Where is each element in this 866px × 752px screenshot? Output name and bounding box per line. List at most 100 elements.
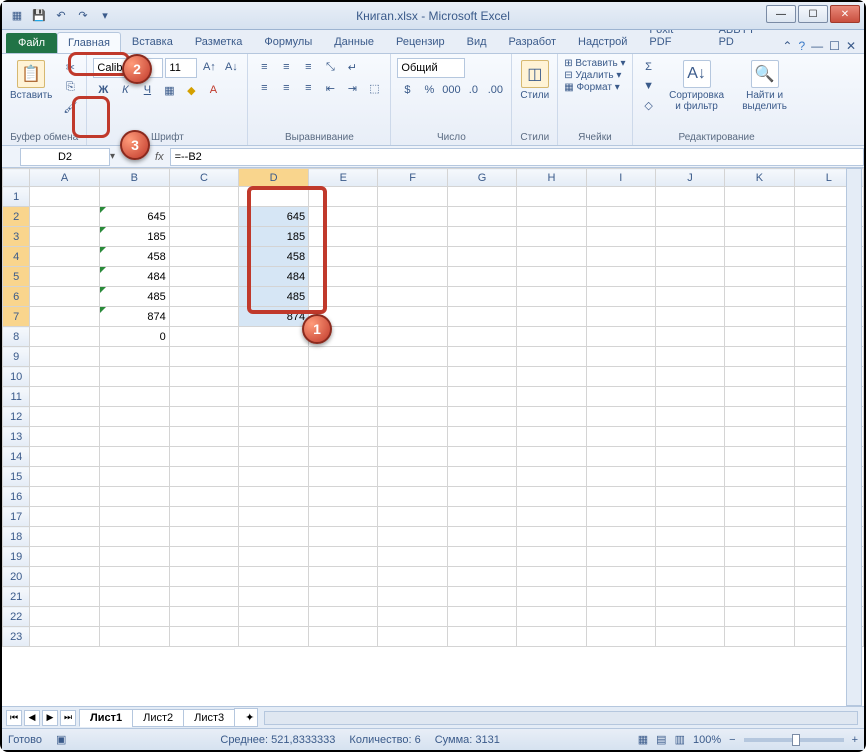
view-normal-icon[interactable]: ▦ — [638, 733, 648, 746]
cell-A12[interactable] — [30, 407, 99, 427]
horizontal-scrollbar[interactable] — [264, 711, 858, 725]
cell-J8[interactable] — [655, 327, 724, 347]
cell-A19[interactable] — [30, 547, 99, 567]
cell-G10[interactable] — [447, 367, 516, 387]
cell-C9[interactable] — [169, 347, 238, 367]
cell-C21[interactable] — [169, 587, 238, 607]
cell-B19[interactable] — [99, 547, 169, 567]
cell-J5[interactable] — [655, 267, 724, 287]
cell-D20[interactable] — [239, 567, 309, 587]
next-sheet-icon[interactable]: ▶ — [42, 710, 58, 726]
cell-I14[interactable] — [586, 447, 655, 467]
col-header-K[interactable]: K — [725, 169, 794, 187]
cell-I17[interactable] — [586, 507, 655, 527]
macro-record-icon[interactable]: ▣ — [56, 733, 66, 746]
cell-K1[interactable] — [725, 187, 794, 207]
cell-C1[interactable] — [169, 187, 238, 207]
prev-sheet-icon[interactable]: ◀ — [24, 710, 40, 726]
cell-H22[interactable] — [517, 607, 586, 627]
cell-I23[interactable] — [586, 627, 655, 647]
cell-D15[interactable] — [239, 467, 309, 487]
cell-E21[interactable] — [309, 587, 378, 607]
cell-J17[interactable] — [655, 507, 724, 527]
cell-K6[interactable] — [725, 287, 794, 307]
italic-icon[interactable]: К — [115, 81, 135, 99]
cell-A10[interactable] — [30, 367, 99, 387]
sort-filter-button[interactable]: A↓ Сортировка и фильтр — [665, 58, 729, 114]
cell-B11[interactable] — [99, 387, 169, 407]
cell-D13[interactable] — [239, 427, 309, 447]
cell-I15[interactable] — [586, 467, 655, 487]
cell-D5[interactable]: 484 — [239, 267, 309, 287]
zoom-level[interactable]: 100% — [693, 734, 721, 746]
cell-I1[interactable] — [586, 187, 655, 207]
cell-J23[interactable] — [655, 627, 724, 647]
row-header-22[interactable]: 22 — [3, 607, 30, 627]
row-header-10[interactable]: 10 — [3, 367, 30, 387]
zoom-in-icon[interactable]: + — [852, 734, 858, 746]
bold-icon[interactable]: Ж — [93, 81, 113, 99]
align-center-icon[interactable]: ≡ — [276, 79, 296, 97]
cell-J20[interactable] — [655, 567, 724, 587]
cell-E3[interactable] — [309, 227, 378, 247]
doc-max-icon[interactable]: ☐ — [829, 39, 840, 53]
cell-D21[interactable] — [239, 587, 309, 607]
cell-I21[interactable] — [586, 587, 655, 607]
fx-icon[interactable]: fx — [155, 151, 164, 163]
row-header-9[interactable]: 9 — [3, 347, 30, 367]
cell-J9[interactable] — [655, 347, 724, 367]
cell-E4[interactable] — [309, 247, 378, 267]
cell-D16[interactable] — [239, 487, 309, 507]
cell-K18[interactable] — [725, 527, 794, 547]
format-cells-button[interactable]: ▦ Формат ▾ — [564, 82, 620, 93]
cell-A13[interactable] — [30, 427, 99, 447]
cell-J22[interactable] — [655, 607, 724, 627]
row-header-4[interactable]: 4 — [3, 247, 30, 267]
cell-C18[interactable] — [169, 527, 238, 547]
row-header-17[interactable]: 17 — [3, 507, 30, 527]
orientation-icon[interactable]: ⤡ — [320, 58, 340, 76]
cell-G5[interactable] — [447, 267, 516, 287]
cell-E19[interactable] — [309, 547, 378, 567]
cell-F8[interactable] — [378, 327, 447, 347]
cell-I9[interactable] — [586, 347, 655, 367]
border-icon[interactable]: ▦ — [159, 81, 179, 99]
increase-font-icon[interactable]: A↑ — [199, 58, 219, 76]
align-middle-icon[interactable]: ≡ — [276, 58, 296, 76]
cell-H21[interactable] — [517, 587, 586, 607]
cell-A20[interactable] — [30, 567, 99, 587]
align-top-icon[interactable]: ≡ — [254, 58, 274, 76]
cell-G23[interactable] — [447, 627, 516, 647]
insert-cells-button[interactable]: ⊞ Вставить ▾ — [564, 58, 625, 69]
cell-I11[interactable] — [586, 387, 655, 407]
cell-F22[interactable] — [378, 607, 447, 627]
cell-C2[interactable] — [169, 207, 238, 227]
cell-G9[interactable] — [447, 347, 516, 367]
col-header-E[interactable]: E — [309, 169, 378, 187]
cell-D12[interactable] — [239, 407, 309, 427]
row-header-3[interactable]: 3 — [3, 227, 30, 247]
cell-A23[interactable] — [30, 627, 99, 647]
cell-K5[interactable] — [725, 267, 794, 287]
cell-E1[interactable] — [309, 187, 378, 207]
cell-H4[interactable] — [517, 247, 586, 267]
cell-C8[interactable] — [169, 327, 238, 347]
cell-F19[interactable] — [378, 547, 447, 567]
cell-H18[interactable] — [517, 527, 586, 547]
fill-icon[interactable]: ▼ — [639, 77, 659, 95]
percent-icon[interactable]: % — [419, 81, 439, 99]
cell-A2[interactable] — [30, 207, 99, 227]
doc-min-icon[interactable]: — — [811, 39, 823, 53]
cell-G18[interactable] — [447, 527, 516, 547]
cell-J14[interactable] — [655, 447, 724, 467]
redo-icon[interactable]: ↷ — [74, 7, 92, 25]
cell-K10[interactable] — [725, 367, 794, 387]
col-header-B[interactable]: B — [99, 169, 169, 187]
cell-F7[interactable] — [378, 307, 447, 327]
cell-B8[interactable]: 0 — [99, 327, 169, 347]
cell-A21[interactable] — [30, 587, 99, 607]
cell-D2[interactable]: 645 — [239, 207, 309, 227]
cell-D23[interactable] — [239, 627, 309, 647]
cell-G1[interactable] — [447, 187, 516, 207]
cell-A16[interactable] — [30, 487, 99, 507]
